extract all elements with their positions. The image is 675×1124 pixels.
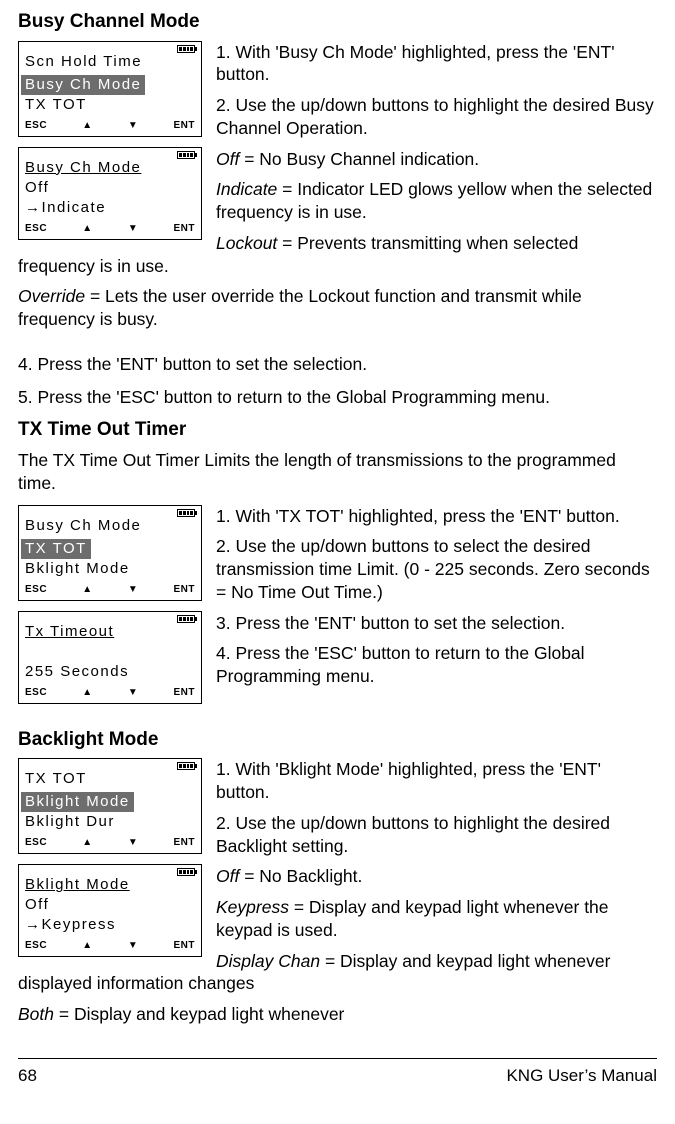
option-desc: = Display and keypad light whenever: [54, 1004, 344, 1024]
softkey-esc: ESC: [25, 939, 47, 952]
softkey-ent: ENT: [173, 836, 195, 849]
softkey-up: ▲: [82, 939, 92, 952]
lcd-line: Off: [25, 178, 195, 198]
softkey-up: ▲: [82, 836, 92, 849]
option-desc: = No Busy Channel indication.: [239, 149, 479, 169]
page-number: 68: [18, 1065, 37, 1087]
lcd-line-title: Tx Timeout: [25, 622, 195, 642]
softkeys: ESC ▲ ▼ ENT: [19, 581, 201, 600]
softkey-ent: ENT: [173, 939, 195, 952]
lcd-line: Scn Hold Time: [25, 52, 195, 72]
step: 5. Press the 'ESC' button to return to t…: [18, 386, 657, 409]
section-tx-tot: Busy Ch Mode TX TOT Bklight Mode ESC ▲ ▼…: [18, 505, 657, 714]
lcd-line: Busy Ch Mode: [25, 516, 195, 536]
softkey-up: ▲: [82, 583, 92, 596]
lcd-stack: Scn Hold Time Busy Ch Mode TX TOT ESC ▲ …: [18, 41, 202, 250]
after-float: 4. Press the 'ENT' button to set the sel…: [18, 353, 657, 409]
section-backlight: TX TOT Bklight Mode Bklight Dur ESC ▲ ▼ …: [18, 758, 657, 1034]
page: Busy Channel Mode Scn Hold Time Busy Ch …: [0, 0, 675, 1097]
section-title-backlight: Backlight Mode: [18, 728, 657, 753]
lcd-line-selected: →Indicate: [25, 198, 195, 218]
softkey-ent: ENT: [173, 583, 195, 596]
softkey-ent: ENT: [173, 222, 195, 235]
option-label: Keypress: [216, 897, 289, 917]
softkey-down: ▼: [128, 836, 138, 849]
lcd-stack: Busy Ch Mode TX TOT Bklight Mode ESC ▲ ▼…: [18, 505, 202, 714]
softkey-esc: ESC: [25, 119, 47, 132]
option-line: Both = Display and keypad light whenever: [18, 1003, 657, 1026]
softkey-ent: ENT: [173, 119, 195, 132]
lcd-screen: Bklight Mode Off →Keypress ESC ▲ ▼ ENT: [18, 864, 202, 957]
softkey-down: ▼: [128, 583, 138, 596]
softkeys: ESC ▲ ▼ ENT: [19, 834, 201, 853]
battery-icon: [177, 762, 195, 770]
battery-icon: [177, 151, 195, 159]
softkey-esc: ESC: [25, 222, 47, 235]
lcd-line: Bklight Dur: [25, 812, 195, 832]
battery-icon: [177, 509, 195, 517]
softkey-esc: ESC: [25, 686, 47, 699]
lcd-screen: Busy Ch Mode TX TOT Bklight Mode ESC ▲ ▼…: [18, 505, 202, 601]
lcd-line: [25, 642, 195, 662]
option-label: Indicate: [216, 179, 277, 199]
softkey-esc: ESC: [25, 836, 47, 849]
lcd-screen: Tx Timeout 255 Seconds ESC ▲ ▼ ENT: [18, 611, 202, 704]
battery-icon: [177, 45, 195, 53]
softkey-esc: ESC: [25, 583, 47, 596]
option-desc: = No Backlight.: [239, 866, 362, 886]
option-label: Display Chan: [216, 951, 320, 971]
option-line: Override = Lets the user override the Lo…: [18, 285, 657, 331]
battery-icon: [177, 868, 195, 876]
lcd-line: TX TOT: [25, 95, 195, 115]
lcd-line-selected: →Keypress: [25, 915, 195, 935]
softkey-up: ▲: [82, 222, 92, 235]
lcd-line-title: Busy Ch Mode: [25, 158, 195, 178]
manual-title: KNG User’s Manual: [506, 1065, 657, 1087]
lcd-line: 255 Seconds: [25, 662, 195, 682]
softkey-down: ▼: [128, 686, 138, 699]
section-busy-channel: Scn Hold Time Busy Ch Mode TX TOT ESC ▲ …: [18, 41, 657, 339]
lcd-screen: Busy Ch Mode Off →Indicate ESC ▲ ▼ ENT: [18, 147, 202, 240]
page-footer: 68 KNG User’s Manual: [18, 1058, 657, 1087]
lcd-line-highlighted: Bklight Mode: [21, 792, 134, 812]
section-title-tx-tot: TX Time Out Timer: [18, 418, 657, 443]
option-label: Both: [18, 1004, 54, 1024]
softkeys: ESC ▲ ▼ ENT: [19, 220, 201, 239]
softkey-down: ▼: [128, 939, 138, 952]
lcd-line: TX TOT: [25, 769, 195, 789]
lcd-screen: Scn Hold Time Busy Ch Mode TX TOT ESC ▲ …: [18, 41, 202, 137]
option-label: Off: [216, 866, 239, 886]
softkey-ent: ENT: [173, 686, 195, 699]
battery-icon: [177, 615, 195, 623]
option-label: Off: [216, 149, 239, 169]
section-title-busy-channel: Busy Channel Mode: [18, 10, 657, 35]
softkeys: ESC ▲ ▼ ENT: [19, 937, 201, 956]
option-label: Lockout: [216, 233, 277, 253]
lcd-line-title: Bklight Mode: [25, 875, 195, 895]
softkeys: ESC ▲ ▼ ENT: [19, 684, 201, 703]
lcd-stack: TX TOT Bklight Mode Bklight Dur ESC ▲ ▼ …: [18, 758, 202, 967]
lcd-line: Off: [25, 895, 195, 915]
softkeys: ESC ▲ ▼ ENT: [19, 117, 201, 136]
option-desc: = Lets the user override the Lockout fun…: [18, 286, 582, 329]
softkey-down: ▼: [128, 119, 138, 132]
softkey-up: ▲: [82, 119, 92, 132]
softkey-up: ▲: [82, 686, 92, 699]
lcd-line-highlighted: Busy Ch Mode: [21, 75, 145, 95]
option-desc: = Indicator LED glows yellow when the se…: [216, 179, 652, 222]
option-label: Override: [18, 286, 85, 306]
lcd-screen: TX TOT Bklight Mode Bklight Dur ESC ▲ ▼ …: [18, 758, 202, 854]
lcd-line-highlighted: TX TOT: [21, 539, 91, 559]
step: 4. Press the 'ENT' button to set the sel…: [18, 353, 657, 376]
section-intro: The TX Time Out Timer Limits the length …: [18, 449, 657, 495]
softkey-down: ▼: [128, 222, 138, 235]
lcd-line: Bklight Mode: [25, 559, 195, 579]
